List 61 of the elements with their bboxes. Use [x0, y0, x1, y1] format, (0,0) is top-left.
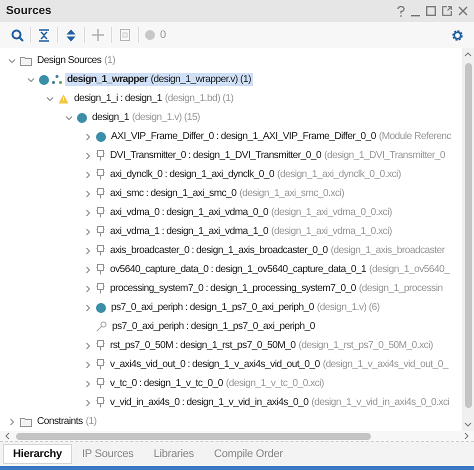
folder-icon [20, 56, 32, 66]
count-label: 0 [160, 29, 166, 41]
expand-all-icon [66, 28, 76, 42]
pin-icon [96, 169, 105, 180]
pin-icon [96, 264, 105, 275]
dot-icon [77, 112, 87, 122]
dot-icon [96, 302, 106, 312]
pin-icon [96, 245, 105, 256]
tree-item[interactable]: axi_vdma_1 : design_1_axi_vdma_1_0 (design_1_axi_vdma_1_0.xci) [108, 225, 394, 238]
hierarchy-icon [52, 75, 62, 84]
tree-item[interactable]: Design Sources (1) [35, 54, 118, 67]
scroll-left-icon[interactable] [4, 432, 10, 440]
pin-icon [96, 150, 105, 161]
pin-icon [96, 340, 105, 351]
tree-item[interactable]: v_vid_in_axi4s_0 : design_1_v_vid_in_axi4s_0_0 (design_1_v_vid_in_axi4s_0_0.xci [108, 396, 452, 409]
tree-item[interactable]: axi_dynclk_0 : design_1_axi_dynclk_0_0 (design_1_axi_dynclk_0_0.xci) [108, 168, 403, 181]
dot-icon [96, 132, 106, 142]
tree-item[interactable]: Constraints (1) [35, 415, 99, 428]
tree-item[interactable]: DVI_Transmitter_0 : design_1_DVI_Transmitter_0_0 (design_1_DVI_Transmitter_0 [108, 149, 447, 162]
help-icon[interactable] [397, 6, 405, 16]
status-dot-icon [145, 30, 155, 40]
tree-item[interactable]: axi_smc : design_1_axi_smc_0 (design_1_axi_smc_0.xci) [108, 187, 346, 200]
pin-icon [96, 188, 105, 199]
close-icon[interactable] [458, 6, 468, 16]
collapse-all-icon [38, 28, 50, 42]
pin-icon [96, 359, 105, 370]
tab[interactable]: Hierarchy [3, 444, 72, 464]
dot-icon [39, 74, 49, 84]
horizontal-scrollbar[interactable] [0, 431, 474, 442]
tree-item[interactable]: processing_system7_0 : design_1_processing_system7_0_0 (design_1_processin [108, 282, 445, 295]
tree-item[interactable]: axi_vdma_0 : design_1_axi_vdma_0_0 (design_1_axi_vdma_0_0.xci) [108, 206, 394, 219]
maximize-icon[interactable] [426, 6, 436, 16]
tree-item[interactable]: axis_broadcaster_0 : design_1_axis_broadcaster_0_0 (design_1_axis_broadcaster [108, 244, 447, 257]
float-icon[interactable] [442, 6, 452, 16]
search-icon [10, 28, 24, 42]
tree-item[interactable]: design_1_wrapper (design_1_wrapper.v) (1) [65, 73, 253, 86]
tree-item[interactable]: ps7_0_axi_periph : design_1_ps7_0_axi_periph_0 [110, 320, 317, 333]
folder-icon [20, 416, 32, 426]
pin-icon [96, 397, 105, 408]
key-icon [96, 321, 107, 332]
plus-icon [92, 29, 104, 41]
tree-item[interactable]: design_1_i : design_1 (design_1.bd) (1) [72, 92, 236, 105]
warning-icon [58, 94, 69, 104]
pin-icon [96, 378, 105, 389]
pin-icon [96, 226, 105, 237]
document-icon [120, 29, 130, 41]
tree-item[interactable]: design_1 (design_1.v) (15) [90, 111, 202, 124]
pin-icon [96, 207, 105, 218]
scroll-up-icon[interactable] [464, 51, 472, 57]
tree-item[interactable]: AXI_VIP_Frame_Differ_0 : design_1_AXI_VIP_Frame_Differ_0_0 (Module Referenc [109, 130, 454, 143]
tree-item[interactable]: ps7_0_axi_periph : design_1_ps7_0_axi_periph_0 (design_1.v) (6) [109, 301, 382, 314]
gear-icon [450, 28, 464, 42]
tree-item[interactable]: rst_ps7_0_50M : design_1_rst_ps7_0_50M_0 (design_1_rst_ps7_0_50M_0.xci) [108, 339, 435, 352]
window-title: Sources [6, 5, 52, 17]
vertical-scrollbar[interactable] [462, 48, 474, 431]
scroll-right-icon[interactable] [464, 432, 470, 440]
tree-item[interactable]: ov5640_capture_data_0 : design_1_ov5640_capture_data_0_1 (design_1_ov5640_ [108, 263, 452, 276]
pin-icon [96, 283, 105, 294]
tree-item[interactable]: v_tc_0 : design_1_v_tc_0_0 (design_1_v_tc_0_0.xci) [108, 377, 326, 390]
tree-item[interactable]: v_axi4s_vid_out_0 : design_1_v_axi4s_vid_out_0_0 (design_1_v_axi4s_vid_out_0_ [108, 358, 450, 371]
scroll-down-icon[interactable] [464, 422, 472, 428]
